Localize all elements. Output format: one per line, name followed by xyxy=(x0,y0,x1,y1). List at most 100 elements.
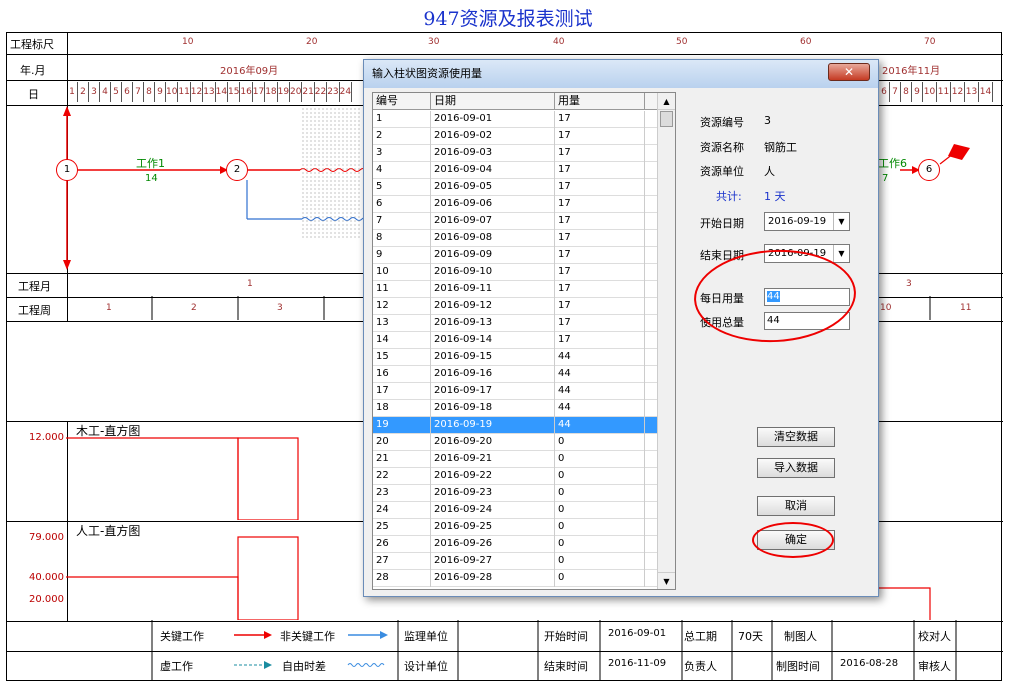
table-row[interactable]: 24 2016-09-24 0 xyxy=(373,502,657,519)
row-date[interactable]: 2016-09-05 xyxy=(431,179,555,196)
row-number[interactable]: 7 xyxy=(373,213,431,230)
table-row[interactable]: 16 2016-09-16 44 xyxy=(373,366,657,383)
row-usage[interactable]: 17 xyxy=(555,162,645,179)
row-usage[interactable]: 17 xyxy=(555,145,645,162)
row-date[interactable]: 2016-09-08 xyxy=(431,230,555,247)
row-number[interactable]: 9 xyxy=(373,247,431,264)
work6-label[interactable]: 工作6 xyxy=(878,155,907,171)
row-usage[interactable]: 17 xyxy=(555,281,645,298)
row-number[interactable]: 6 xyxy=(373,196,431,213)
row-usage[interactable]: 0 xyxy=(555,553,645,570)
scroll-up-icon[interactable]: ▲ xyxy=(658,93,675,110)
row-number[interactable]: 16 xyxy=(373,366,431,383)
row-usage[interactable]: 44 xyxy=(555,417,645,434)
table-row[interactable]: 6 2016-09-06 17 xyxy=(373,196,657,213)
table-row[interactable]: 8 2016-09-08 17 xyxy=(373,230,657,247)
row-number[interactable]: 11 xyxy=(373,281,431,298)
row-number[interactable]: 12 xyxy=(373,298,431,315)
row-usage[interactable]: 17 xyxy=(555,332,645,349)
chevron-down-icon[interactable]: ▼ xyxy=(833,213,849,230)
col-number-header[interactable]: 编号 xyxy=(373,93,431,110)
row-date[interactable]: 2016-09-15 xyxy=(431,349,555,366)
row-number[interactable]: 14 xyxy=(373,332,431,349)
row-date[interactable]: 2016-09-09 xyxy=(431,247,555,264)
table-row[interactable]: 14 2016-09-14 17 xyxy=(373,332,657,349)
row-date[interactable]: 2016-09-21 xyxy=(431,451,555,468)
row-number[interactable]: 13 xyxy=(373,315,431,332)
row-usage[interactable]: 17 xyxy=(555,111,645,128)
node-1[interactable]: 1 xyxy=(56,159,78,181)
table-row[interactable]: 23 2016-09-23 0 xyxy=(373,485,657,502)
row-usage[interactable]: 17 xyxy=(555,196,645,213)
row-date[interactable]: 2016-09-17 xyxy=(431,383,555,400)
node-6[interactable]: 6 xyxy=(918,159,940,181)
start-date-picker[interactable]: 2016-09-19 ▼ xyxy=(764,212,850,231)
table-row[interactable]: 12 2016-09-12 17 xyxy=(373,298,657,315)
row-number[interactable]: 3 xyxy=(373,145,431,162)
row-number[interactable]: 24 xyxy=(373,502,431,519)
table-row[interactable]: 7 2016-09-07 17 xyxy=(373,213,657,230)
row-number[interactable]: 5 xyxy=(373,179,431,196)
row-usage[interactable]: 17 xyxy=(555,179,645,196)
row-number[interactable]: 18 xyxy=(373,400,431,417)
col-usage-header[interactable]: 用量 xyxy=(555,93,645,110)
row-usage[interactable]: 0 xyxy=(555,434,645,451)
row-date[interactable]: 2016-09-27 xyxy=(431,553,555,570)
row-date[interactable]: 2016-09-11 xyxy=(431,281,555,298)
row-date[interactable]: 2016-09-26 xyxy=(431,536,555,553)
row-usage[interactable]: 44 xyxy=(555,383,645,400)
row-date[interactable]: 2016-09-14 xyxy=(431,332,555,349)
table-row[interactable]: 17 2016-09-17 44 xyxy=(373,383,657,400)
work1-label[interactable]: 工作1 xyxy=(136,155,165,171)
row-number[interactable]: 17 xyxy=(373,383,431,400)
table-row[interactable]: 11 2016-09-11 17 xyxy=(373,281,657,298)
scroll-thumb[interactable] xyxy=(660,111,673,127)
row-date[interactable]: 2016-09-01 xyxy=(431,111,555,128)
table-row[interactable]: 10 2016-09-10 17 xyxy=(373,264,657,281)
row-usage[interactable]: 17 xyxy=(555,230,645,247)
node-2[interactable]: 2 xyxy=(226,159,248,181)
row-date[interactable]: 2016-09-19 xyxy=(431,417,555,434)
table-row[interactable]: 22 2016-09-22 0 xyxy=(373,468,657,485)
table-row[interactable]: 20 2016-09-20 0 xyxy=(373,434,657,451)
row-usage[interactable]: 0 xyxy=(555,536,645,553)
row-number[interactable]: 10 xyxy=(373,264,431,281)
row-date[interactable]: 2016-09-20 xyxy=(431,434,555,451)
row-number[interactable]: 27 xyxy=(373,553,431,570)
row-usage[interactable]: 17 xyxy=(555,298,645,315)
cancel-button[interactable]: 取消 xyxy=(757,496,835,516)
row-usage[interactable]: 0 xyxy=(555,502,645,519)
chevron-down-icon[interactable]: ▼ xyxy=(833,245,849,262)
col-date-header[interactable]: 日期 xyxy=(431,93,555,110)
table-row[interactable]: 4 2016-09-04 17 xyxy=(373,162,657,179)
close-button[interactable]: ✕ xyxy=(828,63,870,81)
row-date[interactable]: 2016-09-28 xyxy=(431,570,555,587)
row-date[interactable]: 2016-09-23 xyxy=(431,485,555,502)
table-row[interactable]: 5 2016-09-05 17 xyxy=(373,179,657,196)
row-date[interactable]: 2016-09-13 xyxy=(431,315,555,332)
import-data-button[interactable]: 导入数据 xyxy=(757,458,835,478)
row-usage[interactable]: 44 xyxy=(555,400,645,417)
row-number[interactable]: 15 xyxy=(373,349,431,366)
row-usage[interactable]: 17 xyxy=(555,247,645,264)
row-number[interactable]: 20 xyxy=(373,434,431,451)
scroll-down-icon[interactable]: ▼ xyxy=(658,572,675,589)
row-usage[interactable]: 0 xyxy=(555,519,645,536)
row-usage[interactable]: 0 xyxy=(555,468,645,485)
usage-grid[interactable]: 编号 日期 用量 1 2016-09-01 17 2 2016-09-02 17 3 2016… xyxy=(372,92,676,590)
row-number[interactable]: 26 xyxy=(373,536,431,553)
row-usage[interactable]: 0 xyxy=(555,451,645,468)
row-number[interactable]: 19 xyxy=(373,417,431,434)
row-number[interactable]: 28 xyxy=(373,570,431,587)
row-date[interactable]: 2016-09-06 xyxy=(431,196,555,213)
row-number[interactable]: 8 xyxy=(373,230,431,247)
row-usage[interactable]: 0 xyxy=(555,485,645,502)
row-number[interactable]: 4 xyxy=(373,162,431,179)
row-date[interactable]: 2016-09-04 xyxy=(431,162,555,179)
row-date[interactable]: 2016-09-03 xyxy=(431,145,555,162)
row-number[interactable]: 25 xyxy=(373,519,431,536)
row-usage[interactable]: 44 xyxy=(555,349,645,366)
row-number[interactable]: 2 xyxy=(373,128,431,145)
table-row[interactable]: 3 2016-09-03 17 xyxy=(373,145,657,162)
table-row[interactable]: 19 2016-09-19 44 xyxy=(373,417,657,434)
